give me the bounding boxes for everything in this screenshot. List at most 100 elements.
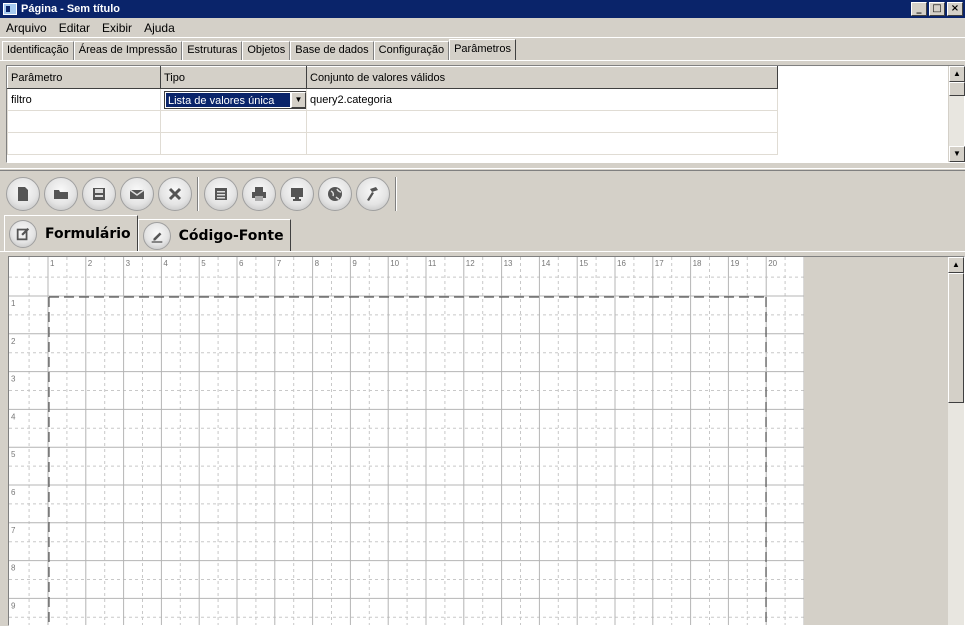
ruler-label-top: 1	[50, 259, 55, 268]
table-row[interactable]	[7, 132, 778, 155]
ruler-label-left: 7	[11, 526, 16, 535]
hammer-icon[interactable]	[356, 177, 390, 211]
maximize-icon[interactable]: □	[929, 2, 945, 16]
tabs-divider	[0, 60, 965, 61]
ruler-label-top: 10	[390, 259, 399, 268]
ruler-label-top: 20	[768, 259, 777, 268]
ruler-label-top: 17	[655, 259, 664, 268]
ruler-label-top: 2	[88, 259, 93, 268]
globe-icon[interactable]	[318, 177, 352, 211]
parameters-grid: Parâmetro Tipo Conjunto de valores válid…	[6, 65, 965, 163]
ruler-label-top: 12	[466, 259, 475, 268]
title-bar: Página - Sem título _ □ ×	[0, 0, 965, 18]
menu-editar[interactable]: Editar	[53, 21, 96, 35]
minimize-icon[interactable]: _	[911, 2, 927, 16]
menu-exibir[interactable]: Exibir	[96, 21, 138, 35]
scroll-thumb[interactable]	[949, 82, 965, 96]
tab-configuracao[interactable]: Configuração	[373, 41, 450, 60]
canvas-grid-svg: 1 2 3 4 5 6 7 8 9 10 11 12 13 14 15 16 17 18 19 20123456789	[9, 257, 805, 625]
col-header-tipo[interactable]: Tipo	[160, 66, 307, 89]
ruler-label-top: 5	[201, 259, 206, 268]
toolbar-separator	[395, 177, 397, 211]
print-icon[interactable]	[242, 177, 276, 211]
form-icon[interactable]	[204, 177, 238, 211]
ruler-label-top: 4	[163, 259, 168, 268]
app-icon	[3, 3, 17, 15]
toolbar	[4, 175, 400, 213]
ruler-label-left: 8	[11, 564, 16, 573]
design-canvas[interactable]: 1 2 3 4 5 6 7 8 9 10 11 12 13 14 15 16 17 18 19 20 1 2 3 4 5 6 7 8 9	[9, 257, 805, 625]
tab-estruturas[interactable]: Estruturas	[182, 41, 243, 60]
tab-formulario-label: Formulário	[45, 225, 131, 242]
ruler-label-top: 6	[239, 259, 244, 268]
close-icon[interactable]: ×	[947, 2, 963, 16]
empty-cell[interactable]	[306, 110, 778, 133]
design-canvas-area: 1 2 3 4 5 6 7 8 9 10 11 12 13 14 15 16 17 18 19 20 1 2 3 4 5 6 7 8 9…	[8, 256, 965, 626]
ruler-label-left: 3	[11, 375, 16, 384]
ruler-label-top: 19	[730, 259, 739, 268]
menu-arquivo[interactable]: Arquivo	[0, 21, 53, 35]
scroll-up-icon[interactable]: ▲	[949, 66, 965, 82]
col-header-parametro[interactable]: Parâmetro	[7, 66, 161, 89]
canvas-scrollbar[interactable]: ▲	[948, 257, 964, 625]
scroll-thumb[interactable]	[948, 273, 964, 403]
empty-cell[interactable]	[7, 110, 161, 133]
ruler-label-top: 14	[541, 259, 550, 268]
save-icon[interactable]	[82, 177, 116, 211]
ruler-label-left: 4	[11, 412, 16, 421]
table-row[interactable]: filtro Lista de valores única ▼ query2.c…	[7, 88, 778, 111]
ruler-label-top: 15	[579, 259, 588, 268]
tipo-select[interactable]: Lista de valores única ▼	[164, 90, 307, 109]
table-row[interactable]	[7, 110, 778, 133]
window-title: Página - Sem título	[21, 3, 121, 15]
ruler-label-top: 11	[428, 259, 437, 268]
window-controls: _ □ ×	[911, 2, 963, 16]
tab-codigo-fonte[interactable]: Código-Fonte	[137, 219, 291, 251]
menu-bar: Arquivo Editar Exibir Ajuda	[0, 18, 965, 38]
ruler-label-left: 1	[11, 299, 16, 308]
delete-icon[interactable]	[158, 177, 192, 211]
chevron-down-icon[interactable]: ▼	[291, 91, 306, 108]
ruler-label-top: 8	[315, 259, 320, 268]
form-edit-icon	[9, 219, 37, 248]
empty-cell[interactable]	[160, 110, 307, 133]
scroll-up-icon[interactable]: ▲	[948, 257, 964, 273]
tab-identificacao[interactable]: Identificação	[2, 41, 74, 60]
empty-cell[interactable]	[306, 132, 778, 155]
section-tabs: Identificação Áreas de Impressão Estrutu…	[2, 39, 516, 60]
cell-tipo[interactable]: Lista de valores única ▼	[160, 88, 307, 111]
toolbar-separator	[197, 177, 199, 211]
open-folder-icon[interactable]	[44, 177, 78, 211]
ruler-label-top: 16	[617, 259, 626, 268]
ruler-label-top: 18	[693, 259, 702, 268]
empty-cell[interactable]	[160, 132, 307, 155]
monitor-icon[interactable]	[280, 177, 314, 211]
email-icon[interactable]	[120, 177, 154, 211]
ruler-label-top: 9	[352, 259, 357, 268]
tab-base-dados[interactable]: Base de dados	[290, 41, 374, 60]
new-document-icon[interactable]	[6, 177, 40, 211]
col-header-conjunto[interactable]: Conjunto de valores válidos	[306, 66, 778, 89]
pencil-icon	[142, 221, 171, 250]
parameters-table: Parâmetro Tipo Conjunto de valores válid…	[7, 66, 778, 155]
editor-tabs-divider	[0, 251, 965, 252]
tab-parametros[interactable]: Parâmetros	[449, 39, 516, 60]
ruler-label-left: 5	[11, 450, 16, 459]
panel-splitter[interactable]	[0, 168, 965, 171]
tab-formulario[interactable]: Formulário	[4, 215, 138, 251]
tipo-select-value: Lista de valores única	[166, 92, 290, 107]
ruler-label-left: 9	[11, 601, 16, 610]
empty-cell[interactable]	[7, 132, 161, 155]
parameters-scrollbar[interactable]: ▲ ▼	[948, 66, 965, 162]
menu-ajuda[interactable]: Ajuda	[138, 21, 181, 35]
cell-conjunto[interactable]: query2.categoria	[306, 88, 778, 111]
ruler-label-top: 7	[277, 259, 282, 268]
cell-parametro[interactable]: filtro	[7, 88, 161, 111]
editor-tabs: Formulário Código-Fonte	[4, 215, 291, 251]
ruler-label-left: 6	[11, 488, 16, 497]
ruler-label-top: 13	[504, 259, 513, 268]
tab-areas-impressao[interactable]: Áreas de Impressão	[73, 41, 183, 60]
ruler-label-top: 3	[126, 259, 131, 268]
tab-objetos[interactable]: Objetos	[242, 41, 291, 60]
scroll-down-icon[interactable]: ▼	[949, 146, 965, 162]
